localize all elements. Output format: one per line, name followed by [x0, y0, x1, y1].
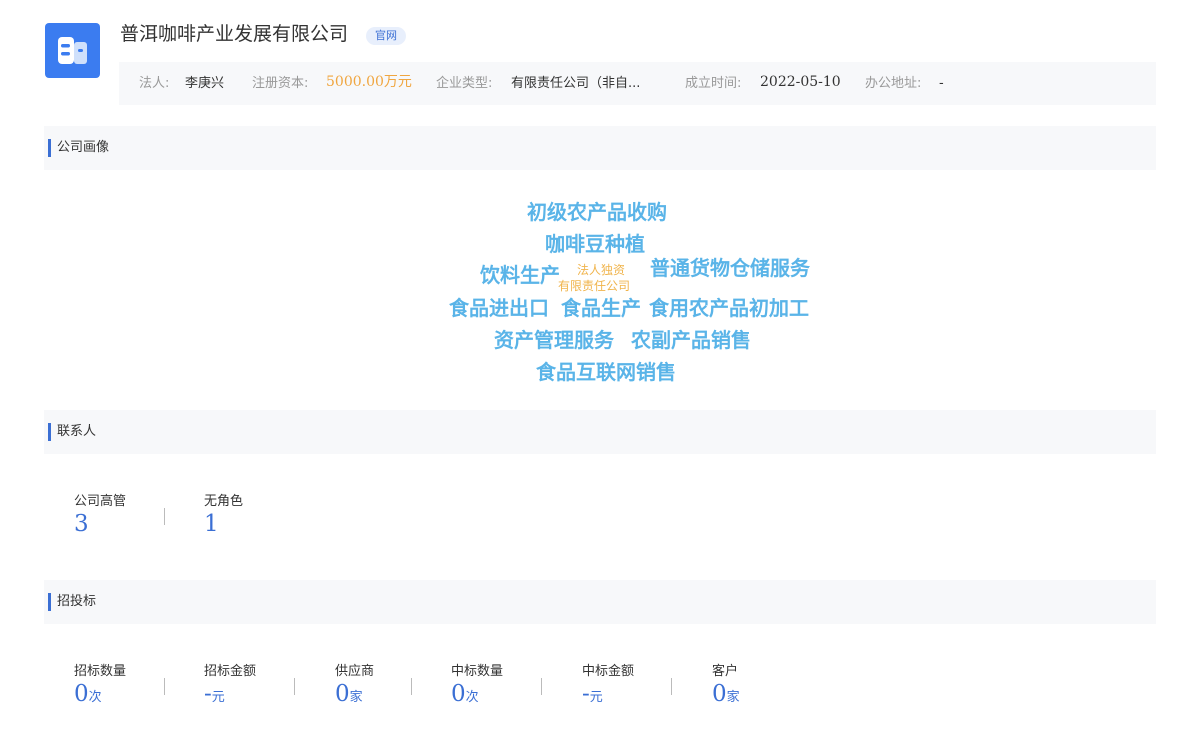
stat-label: 中标数量: [451, 664, 504, 679]
stat-divider: [411, 678, 412, 695]
cloud-word: 法人独资: [577, 263, 626, 277]
stat-suppliers[interactable]: 供应商 0家: [335, 663, 374, 712]
stat-label: 客户: [712, 664, 739, 679]
section-header-portrait: 公司画像: [44, 126, 1156, 170]
section-accent-bar: [48, 139, 51, 157]
capital-label: 注册资本:: [252, 76, 309, 91]
section-header-bidding: 招投标: [44, 580, 1156, 624]
stat-unit: 家: [726, 690, 740, 705]
word-cloud: 初级农产品收购 咖啡豆种植 饮料生产 法人独资 有限责任公司 普通货物仓储服务 …: [0, 170, 1200, 400]
stat-value: 1: [204, 511, 219, 537]
cloud-word: 有限责任公司: [558, 279, 631, 293]
stat-win-count[interactable]: 中标数量 0次: [451, 663, 503, 712]
stat-label: 招标数量: [74, 664, 127, 679]
cloud-word: 初级农产品收购: [527, 200, 667, 224]
stat-customers[interactable]: 客户 0家: [712, 663, 740, 712]
stat-number: -: [582, 681, 590, 707]
stat-value: -元: [582, 680, 634, 712]
cloud-word: 食用农产品初加工: [649, 296, 809, 320]
type-value: 有限责任公司（非自...: [511, 76, 641, 91]
cloud-word: 普通货物仓储服务: [650, 256, 810, 280]
stat-number: 0: [712, 681, 727, 707]
legal-rep-value[interactable]: 李庚兴: [185, 75, 224, 92]
cloud-word: 咖啡豆种植: [545, 232, 645, 256]
stat-value: 0家: [712, 680, 740, 712]
stat-label: 无角色: [204, 494, 244, 509]
stat-number: -: [204, 681, 212, 707]
stat-unit: 次: [88, 690, 102, 705]
address-label: 办公地址:: [865, 76, 922, 91]
stat-divider: [541, 678, 542, 695]
section-title-contacts: 联系人: [57, 424, 97, 439]
stat-label: 供应商: [335, 664, 375, 679]
section-accent-bar: [48, 423, 51, 441]
stat-divider: [164, 678, 165, 695]
stat-number: 0: [335, 681, 350, 707]
cloud-word: 食品生产: [561, 296, 641, 320]
cloud-word: 农副产品销售: [631, 328, 751, 352]
company-info-bar: 法人: 李庚兴 注册资本: 5000.00万元 企业类型: 有限责任公司（非自.…: [119, 62, 1156, 105]
stat-win-amount[interactable]: 中标金额 -元: [582, 663, 634, 712]
section-title-portrait: 公司画像: [57, 140, 110, 155]
stat-unit: 元: [589, 690, 603, 705]
cloud-word: 食品互联网销售: [536, 360, 676, 384]
stat-unit: 次: [465, 690, 479, 705]
cloud-word: 饮料生产: [480, 263, 560, 287]
stat-no-role[interactable]: 无角色 1: [204, 493, 243, 538]
stat-value: 0次: [451, 680, 503, 712]
section-header-contacts: 联系人: [44, 410, 1156, 454]
stat-tender-amount[interactable]: 招标金额 -元: [204, 663, 256, 712]
stat-unit: 家: [349, 690, 363, 705]
capital-value: 5000.00万元: [326, 74, 412, 90]
stat-divider: [164, 508, 165, 525]
cloud-word: 食品进出口: [449, 296, 549, 320]
address-value: -: [939, 76, 944, 91]
stat-value: 3: [74, 511, 89, 537]
founded-label: 成立时间:: [685, 76, 742, 91]
type-label: 企业类型:: [436, 76, 493, 91]
stat-label: 公司高管: [74, 494, 127, 509]
company-logo: [45, 23, 100, 78]
stat-value: 0家: [335, 680, 374, 712]
stat-tender-count[interactable]: 招标数量 0次: [74, 663, 126, 712]
company-name: 普洱咖啡产业发展有限公司: [120, 23, 349, 45]
stat-number: 0: [451, 681, 466, 707]
section-accent-bar: [48, 593, 51, 611]
stat-number: 0: [74, 681, 89, 707]
official-site-badge[interactable]: 官网: [366, 27, 406, 45]
stat-divider: [671, 678, 672, 695]
building-icon: [58, 37, 87, 64]
section-title-bidding: 招投标: [57, 594, 97, 609]
stat-value: -元: [204, 680, 256, 712]
stat-divider: [294, 678, 295, 695]
stat-value: 0次: [74, 680, 126, 712]
stat-label: 招标金额: [204, 664, 257, 679]
founded-value: 2022-05-10: [760, 74, 841, 90]
legal-rep-label: 法人:: [139, 76, 170, 91]
stat-label: 中标金额: [582, 664, 635, 679]
stat-unit: 元: [211, 690, 225, 705]
cloud-word: 资产管理服务: [494, 328, 614, 352]
stat-executives[interactable]: 公司高管 3: [74, 493, 126, 538]
